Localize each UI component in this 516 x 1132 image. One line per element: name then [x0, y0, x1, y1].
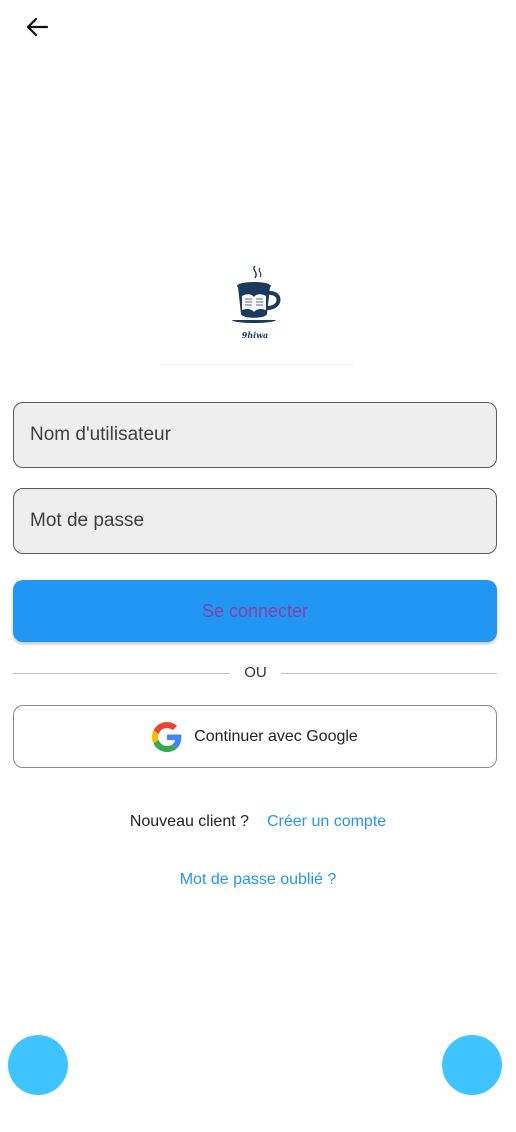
google-icon [152, 721, 182, 752]
password-input[interactable] [28, 509, 482, 533]
floating-button-left[interactable] [8, 1035, 68, 1095]
create-account-link[interactable]: Créer un compte [267, 813, 386, 831]
arrow-left-icon [26, 17, 48, 37]
password-field[interactable] [13, 488, 497, 554]
divider-line-right [281, 673, 497, 674]
back-button[interactable] [18, 10, 56, 44]
login-button[interactable]: Se connecter [13, 580, 497, 642]
google-signin-button[interactable]: Continuer avec Google [13, 705, 497, 768]
signup-prompt: Nouveau client ? [129, 813, 249, 830]
divider-label: OU [244, 664, 267, 681]
username-field[interactable] [13, 402, 497, 468]
floating-button-right[interactable] [442, 1035, 502, 1095]
login-screen: 9hiwa Se connecter OU Continuer avec Goo… [0, 0, 516, 1132]
signup-row: Nouveau client ? Créer un compte [0, 813, 516, 831]
logo-divider [160, 364, 354, 365]
logo-caption: 9hiwa [241, 330, 269, 340]
divider-line-left [13, 673, 230, 674]
username-input[interactable] [28, 423, 482, 447]
forgot-password-link[interactable]: Mot de passe oublié ? [0, 871, 516, 889]
google-button-label: Continuer avec Google [194, 727, 358, 745]
